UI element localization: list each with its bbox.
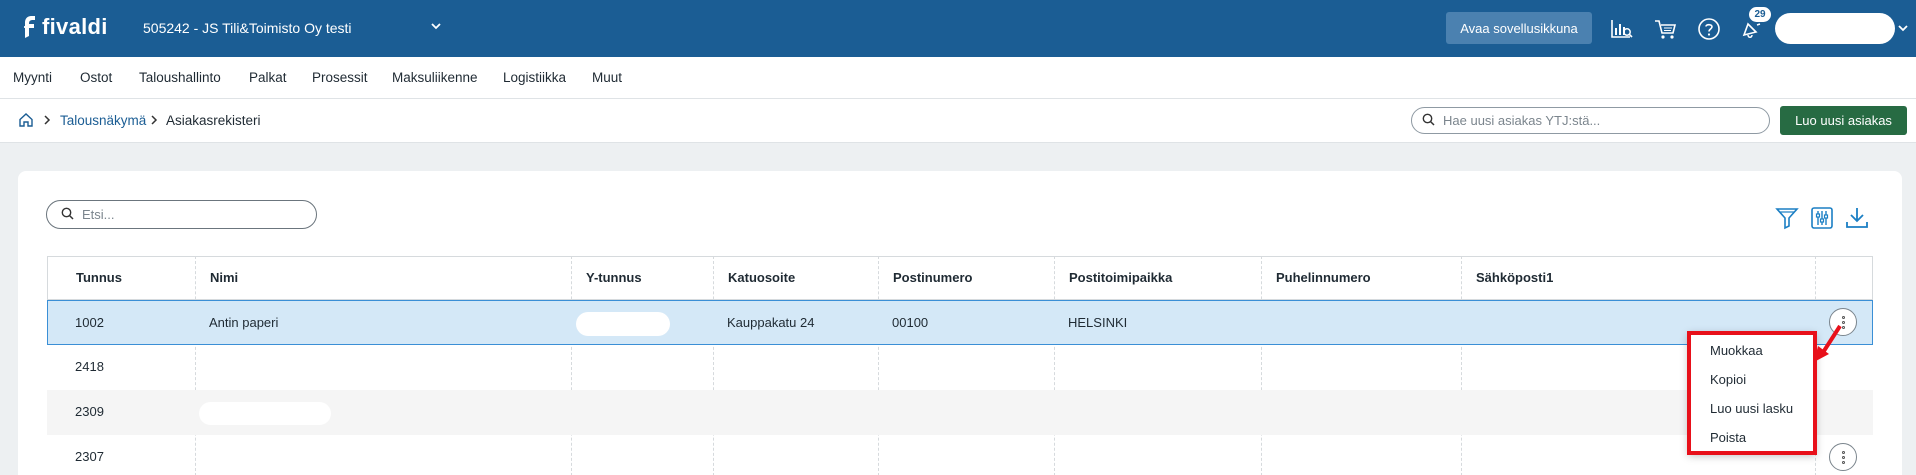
column-header-ytunnus[interactable]: Y-tunnus — [586, 257, 642, 299]
column-header-nimi[interactable]: Nimi — [210, 257, 238, 299]
company-selector[interactable]: 505242 - JS Tili&Toimisto Oy testi — [143, 20, 352, 36]
table-row[interactable]: 2309 — [47, 390, 1873, 435]
filter-icon[interactable] — [1774, 205, 1800, 231]
page-title: Asiakasrekisteri — [166, 113, 261, 128]
table-row[interactable]: 1002 Antin paperi Kauppakatu 24 00100 HE… — [47, 300, 1873, 345]
cell-postinumero: 00100 — [892, 315, 929, 330]
new-customer-button[interactable]: Luo uusi asiakas — [1780, 106, 1907, 135]
home-icon[interactable] — [18, 112, 34, 131]
notification-count-badge: 29 — [1748, 6, 1772, 23]
chevron-right-icon — [150, 114, 158, 128]
column-header-katuosoite[interactable]: Katuosoite — [728, 257, 795, 299]
ytj-search-input[interactable] — [1443, 113, 1743, 128]
nav-item-myynti[interactable]: Myynti — [13, 70, 52, 85]
breadcrumb-link-talousnakyma[interactable]: Talousnäkymä — [60, 113, 146, 128]
customer-table: Tunnus Nimi Y-tunnus Katuosoite Postinum… — [47, 256, 1873, 475]
nav-item-taloushallinto[interactable]: Taloushallinto — [139, 70, 221, 85]
row-actions-button[interactable] — [1829, 443, 1857, 471]
download-icon[interactable] — [1844, 205, 1870, 231]
nav-item-muut[interactable]: Muut — [592, 70, 622, 85]
search-icon — [1422, 113, 1435, 129]
more-vertical-icon — [1841, 450, 1845, 464]
chevron-right-icon — [43, 114, 51, 128]
chevron-down-icon[interactable] — [430, 20, 442, 35]
cell-tunnus: 2307 — [75, 449, 104, 464]
analytics-icon[interactable] — [1609, 16, 1635, 42]
column-settings-icon[interactable] — [1809, 205, 1835, 231]
fivaldi-logo[interactable]: fivaldi — [22, 14, 108, 40]
cell-nimi: Antin paperi — [209, 315, 279, 330]
highlight-box — [1687, 331, 1817, 455]
table-header: Tunnus Nimi Y-tunnus Katuosoite Postinum… — [47, 256, 1873, 300]
list-search-input[interactable] — [82, 207, 316, 222]
nav-item-logistiikka[interactable]: Logistiikka — [503, 70, 566, 85]
search-icon — [61, 207, 74, 223]
cell-postitoimipaikka: HELSINKI — [1068, 315, 1128, 330]
annotation-arrow-icon — [1812, 322, 1846, 369]
nav-item-prosessit[interactable]: Prosessit — [312, 70, 368, 85]
nav-item-maksuliikenne[interactable]: Maksuliikenne — [392, 70, 478, 85]
column-header-postinumero[interactable]: Postinumero — [893, 257, 972, 299]
column-header-postitoimipaikka[interactable]: Postitoimipaikka — [1069, 257, 1172, 299]
help-icon[interactable] — [1696, 16, 1722, 42]
redacted-ytunnus — [576, 312, 670, 336]
list-search[interactable] — [46, 200, 317, 229]
cell-tunnus: 1002 — [75, 315, 104, 330]
user-menu[interactable] — [1775, 13, 1895, 44]
ytj-search[interactable] — [1411, 107, 1770, 134]
table-row[interactable]: 2307 — [47, 435, 1873, 475]
cell-katuosoite: Kauppakatu 24 — [727, 315, 815, 330]
cell-tunnus: 2309 — [75, 404, 104, 419]
cart-icon[interactable] — [1653, 16, 1679, 42]
table-row[interactable]: 2418 — [47, 345, 1873, 390]
nav-item-palkat[interactable]: Palkat — [249, 70, 287, 85]
nav-item-ostot[interactable]: Ostot — [80, 70, 112, 85]
open-app-window-button[interactable]: Avaa sovellusikkuna — [1446, 12, 1592, 44]
user-chevron-down-icon[interactable] — [1897, 22, 1909, 37]
logo-text: fivaldi — [42, 14, 108, 39]
redacted-nimi — [199, 402, 331, 425]
top-bar: fivaldi 505242 - JS Tili&Toimisto Oy tes… — [0, 0, 1916, 57]
fivaldi-logo-icon — [22, 14, 38, 40]
column-header-sahkoposti1[interactable]: Sähköposti1 — [1476, 257, 1553, 299]
column-header-tunnus[interactable]: Tunnus — [76, 257, 122, 299]
main-navigation: Myynti Ostot Taloushallinto Palkat Prose… — [0, 57, 1916, 99]
column-header-puhelinnumero[interactable]: Puhelinnumero — [1276, 257, 1371, 299]
cell-tunnus: 2418 — [75, 359, 104, 374]
